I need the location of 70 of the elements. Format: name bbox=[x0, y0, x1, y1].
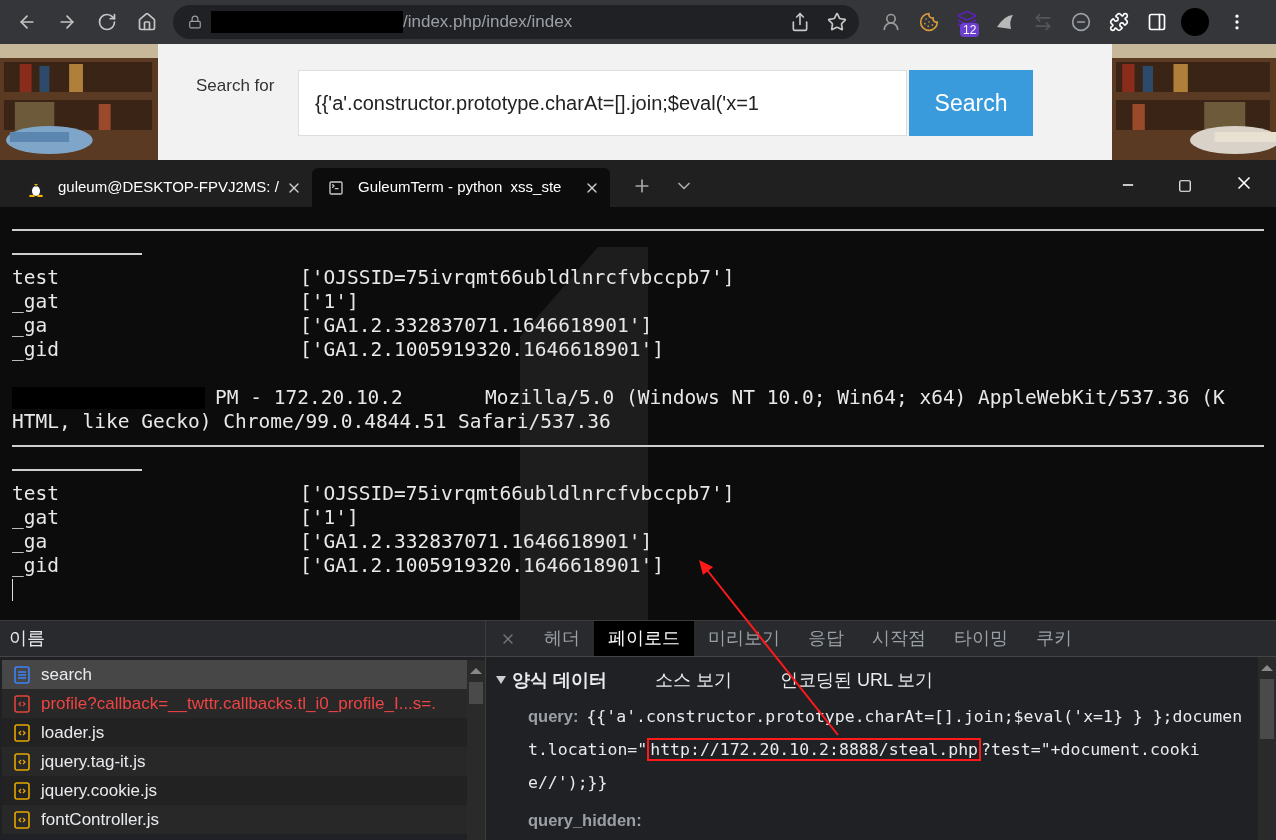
document-icon bbox=[14, 665, 30, 684]
request-name: jquery.cookie.js bbox=[41, 779, 157, 802]
form-field: query_hidden: bbox=[528, 804, 1250, 837]
extension-badge: 12 bbox=[960, 23, 980, 37]
cookie-name: _gat bbox=[12, 506, 60, 530]
cookie-value: ['1'] bbox=[300, 290, 359, 314]
log-line: PM - 172.20.10.2 Mozilla/5.0 (Windows NT 10.0; Win64; x64) AppleWebKit/537.36 (K bbox=[215, 386, 1225, 410]
panel-tab[interactable]: 응답 bbox=[794, 621, 858, 656]
log-line: HTML, like Gecko) Chrome/99.0.4844.51 Safari/537.36 bbox=[12, 410, 611, 433]
script-icon bbox=[14, 723, 30, 742]
panel-tab[interactable]: 시작점 bbox=[858, 621, 940, 656]
url-text: /index.php/index/index bbox=[403, 11, 573, 34]
fin-icon[interactable] bbox=[995, 13, 1015, 31]
cookie-name: test bbox=[12, 266, 60, 290]
script-icon bbox=[14, 781, 30, 800]
request-row[interactable]: jquery.tag-it.js bbox=[2, 747, 467, 776]
request-name: search bbox=[41, 663, 93, 686]
maximize-icon[interactable] bbox=[1178, 179, 1192, 193]
cookie-name: _ga bbox=[12, 314, 49, 338]
bookmark-star-icon[interactable] bbox=[827, 12, 847, 32]
cookie-value: ['OJSSID=75ivrqmt66ubldlnrcfvbccpb7'] bbox=[300, 266, 735, 290]
script-icon bbox=[14, 810, 30, 829]
terminal-tab[interactable]: GuleumTerm - python xss_ste bbox=[312, 168, 610, 207]
terminal-tab[interactable]: guleum@DESKTOP-FPVJ2MS: / bbox=[12, 168, 312, 207]
cookie-name: _gid bbox=[12, 338, 60, 362]
cookie-name: _ga bbox=[12, 530, 49, 554]
cookie-value: ['GA1.2.332837071.1646618901'] bbox=[300, 314, 653, 338]
request-row[interactable]: fontController.js bbox=[2, 805, 467, 834]
column-header: 이름 bbox=[9, 627, 45, 650]
extensions-icon[interactable] bbox=[1109, 12, 1129, 32]
cookie-name: _gid bbox=[12, 554, 60, 578]
request-name: jquery.tag-it.js bbox=[41, 750, 146, 773]
reload-icon[interactable] bbox=[97, 12, 117, 32]
scrollbar[interactable] bbox=[1258, 657, 1276, 840]
address-bar[interactable]: /index.php/index/index bbox=[173, 5, 859, 39]
scrollbar[interactable] bbox=[467, 660, 485, 840]
request-row[interactable]: profile?callback=__twttr.callbacks.tl_i0_profile_I...s=. bbox=[2, 689, 467, 718]
request-name: profile?callback=__twttr.callbacks.tl_i0_profile_I...s=. bbox=[41, 692, 436, 715]
script-icon bbox=[14, 752, 30, 771]
tab-title: guleum@DESKTOP-FPVJ2MS: / bbox=[58, 177, 280, 198]
request-name: loader.js bbox=[41, 721, 105, 744]
cookie-value: ['GA1.2.1005919320.1646618901'] bbox=[300, 554, 664, 578]
tab-title: GuleumTerm - python xss_ste bbox=[358, 177, 563, 198]
text-cursor bbox=[12, 579, 13, 601]
section-title[interactable]: 양식 데이터 bbox=[512, 666, 607, 694]
cookie-value: ['GA1.2.332837071.1646618901'] bbox=[300, 530, 653, 554]
cookie-icon[interactable] bbox=[919, 12, 939, 32]
cookie-name: _gat bbox=[12, 290, 60, 314]
view-link[interactable]: 소스 보기 bbox=[655, 666, 733, 694]
cookie-value: ['OJSSID=75ivrqmt66ubldlnrcfvbccpb7'] bbox=[300, 482, 735, 506]
cookie-value: ['1'] bbox=[300, 506, 359, 530]
share-icon[interactable] bbox=[790, 12, 810, 32]
search-field[interactable]: {{'a'.constructor.prototype.charAt=[].join;$eval('x=1 bbox=[298, 70, 907, 136]
panel-tab[interactable]: 쿠키 bbox=[1022, 621, 1086, 656]
request-row[interactable]: search bbox=[2, 660, 467, 689]
request-name: fontController.js bbox=[41, 808, 160, 831]
cookie-name: test bbox=[12, 482, 60, 506]
cookie-value: ['GA1.2.1005919320.1646618901'] bbox=[300, 338, 664, 362]
console-icon bbox=[328, 179, 344, 196]
side-panel-icon[interactable] bbox=[1147, 12, 1167, 32]
panel-tab[interactable]: 타이밍 bbox=[940, 621, 1022, 656]
script-icon bbox=[14, 694, 30, 713]
circle-minus-icon[interactable] bbox=[1071, 12, 1091, 32]
panel-tab[interactable]: 페이로드 bbox=[594, 621, 694, 656]
person-icon[interactable] bbox=[881, 12, 901, 32]
panel-tab[interactable]: 헤더 bbox=[530, 621, 594, 656]
lock-icon bbox=[188, 15, 202, 29]
home-icon[interactable] bbox=[137, 12, 157, 32]
expand-triangle-icon[interactable] bbox=[496, 676, 506, 684]
search-label: Search for bbox=[196, 75, 276, 97]
